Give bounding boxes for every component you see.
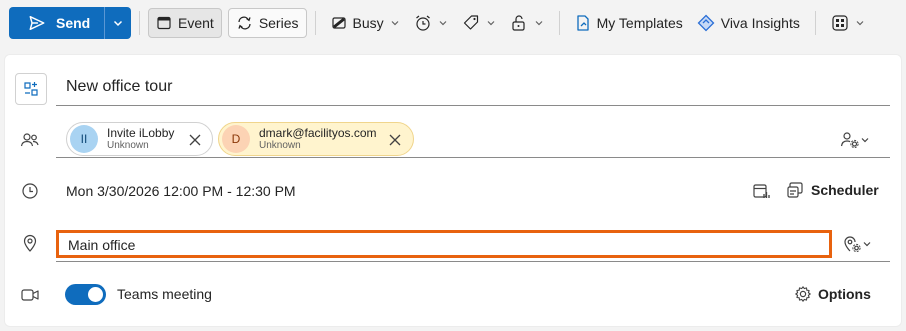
toolbar-divider (558, 11, 560, 35)
chevron-down-icon (487, 21, 495, 26)
date-time-picker[interactable]: Mon 3/30/2026 12:00 PM - 12:30 PM (66, 183, 296, 199)
categorize-dropdown[interactable] (455, 8, 503, 38)
sensitivity-dropdown[interactable] (503, 8, 551, 38)
title-underline (56, 105, 890, 106)
ribbon-toolbar: Send Event Series Busy My Templates Viva… (0, 0, 906, 46)
teams-meeting-label: Teams meeting (117, 286, 212, 302)
scheduler-label: Scheduler (811, 182, 879, 198)
attendee-status: Unknown (107, 139, 149, 151)
toolbar-divider (814, 11, 816, 35)
chevron-down-icon (535, 21, 543, 26)
calendar-chart-icon (753, 184, 770, 198)
toolbar-divider (314, 11, 316, 35)
send-button[interactable]: Send (9, 7, 104, 39)
avatar-initials: II (80, 132, 88, 146)
clock-icon (18, 179, 42, 203)
event-label: Event (178, 15, 214, 31)
alarm-clock-icon (415, 15, 430, 31)
calendar-sparkle-icon (24, 82, 38, 96)
location-value: Main office (68, 237, 136, 253)
avatar: II (70, 125, 98, 153)
chevron-down-icon (863, 242, 871, 247)
attendee-text: dmark@facilityos.com Unknown (259, 125, 377, 152)
template-document-icon (576, 15, 589, 31)
scheduler-button[interactable]: Scheduler (786, 181, 879, 199)
busy-label: Busy (352, 15, 384, 31)
viva-insights-button[interactable]: Viva Insights (690, 8, 807, 38)
event-title-input[interactable]: New office tour (66, 78, 172, 96)
chevron-down-icon (861, 138, 869, 143)
my-templates-label: My Templates (596, 15, 683, 31)
people-settings-icon (840, 132, 859, 149)
show-as-busy-dropdown[interactable]: Busy (324, 8, 407, 38)
toolbar-divider (139, 11, 140, 35)
unlock-icon (512, 15, 525, 31)
my-templates-button[interactable]: My Templates (568, 8, 690, 38)
location-pin-icon (18, 231, 42, 255)
event-form-card: New office tour II Invite iLobby Unknown… (4, 54, 902, 327)
close-icon[interactable] (387, 132, 403, 148)
avatar: D (222, 125, 250, 153)
attendees-underline (56, 157, 890, 158)
send-options-dropdown[interactable] (104, 7, 131, 39)
avatar-initials: D (231, 132, 241, 146)
location-settings-icon (844, 236, 861, 253)
room-finder-button[interactable] (837, 232, 877, 256)
viva-insights-icon (697, 14, 715, 32)
event-button[interactable]: Event (148, 8, 222, 38)
attendee-chip[interactable]: II Invite iLobby Unknown (66, 122, 213, 156)
attendee-text: Invite iLobby Unknown (107, 125, 175, 152)
gear-icon (795, 286, 811, 302)
send-split-button: Send (9, 7, 131, 39)
chevron-down-icon (113, 20, 123, 27)
chevron-down-icon (391, 21, 399, 26)
tag-icon (463, 15, 478, 30)
scheduler-icon (787, 182, 803, 198)
people-icon (18, 128, 42, 152)
location-underline (56, 261, 890, 262)
attendee-name: dmark@facilityos.com (259, 125, 377, 140)
calendar-icon (157, 16, 171, 30)
series-button[interactable]: Series (227, 8, 307, 38)
options-label: Options (818, 286, 871, 302)
attendee-status: Unknown (259, 139, 301, 151)
apps-dropdown[interactable] (824, 8, 872, 38)
send-icon (29, 15, 45, 31)
toggle-knob (88, 287, 103, 302)
busy-status-icon (331, 17, 346, 29)
scheduling-assistant-button[interactable] (749, 179, 773, 203)
options-button[interactable]: Options (794, 285, 871, 303)
teams-meeting-toggle[interactable] (65, 284, 106, 305)
attendee-name: Invite iLobby (107, 125, 175, 140)
chevron-down-icon (439, 21, 447, 26)
apps-grid-icon (832, 15, 848, 31)
attendee-options-button[interactable] (835, 128, 875, 152)
event-icon-picker[interactable] (15, 73, 47, 105)
location-input[interactable]: Main office (56, 230, 832, 258)
attendee-chip[interactable]: D dmark@facilityos.com Unknown (218, 122, 414, 156)
close-icon[interactable] (187, 132, 203, 148)
video-camera-icon (18, 283, 42, 307)
recurrence-icon (238, 16, 251, 30)
series-label: Series (258, 15, 299, 31)
viva-insights-label: Viva Insights (720, 15, 800, 31)
chevron-down-icon (856, 21, 864, 26)
send-label: Send (56, 15, 91, 31)
reminder-dropdown[interactable] (407, 8, 455, 38)
